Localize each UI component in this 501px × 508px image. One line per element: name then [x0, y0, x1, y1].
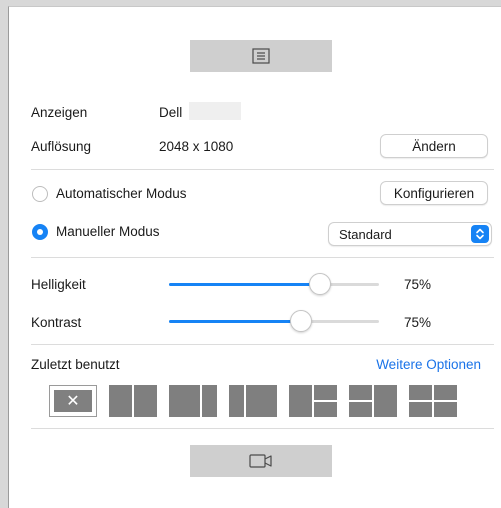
divider [31, 344, 494, 345]
resolution-label: Auflösung [31, 139, 92, 154]
recent-label: Zuletzt benutzt [31, 357, 120, 372]
brightness-value: 75% [404, 277, 432, 292]
configure-button[interactable]: Konfigurieren [380, 181, 488, 205]
auto-mode-label: Automatischer Modus [56, 186, 187, 201]
brightness-label: Helligkeit [31, 277, 86, 292]
contrast-value: 75% [404, 315, 432, 330]
brightness-fill [169, 283, 321, 286]
layout-left-split-right-full[interactable] [349, 385, 397, 417]
more-options-link[interactable]: Weitere Optionen [376, 357, 481, 372]
manual-mode-radio[interactable] [32, 224, 48, 240]
layout-quad-grid[interactable] [409, 385, 457, 417]
divider [31, 428, 494, 429]
close-icon: ✕ [54, 390, 92, 412]
display-name-redacted [189, 102, 241, 120]
video-camera-icon [249, 454, 272, 468]
display-name: Dell [159, 105, 183, 120]
preset-select[interactable]: Standard [328, 222, 492, 246]
contrast-label: Kontrast [31, 315, 82, 330]
contrast-thumb[interactable] [290, 310, 313, 332]
list-icon [252, 48, 270, 64]
contrast-fill [169, 320, 302, 323]
display-label: Anzeigen [31, 105, 88, 120]
display-settings-panel: Anzeigen Dell Auflösung 2048 x 1080 Ände… [8, 6, 501, 508]
manual-mode-label: Manueller Modus [56, 224, 160, 239]
layout-wide-right[interactable] [229, 385, 277, 417]
change-resolution-button[interactable]: Ändern [380, 134, 488, 158]
divider [31, 257, 494, 258]
auto-mode-radio[interactable] [32, 186, 48, 202]
layout-wide-left[interactable] [169, 385, 217, 417]
divider [31, 169, 494, 170]
list-view-button[interactable] [190, 40, 332, 72]
preset-value: Standard [339, 227, 392, 242]
resolution-value: 2048 x 1080 [159, 139, 234, 154]
layout-two-columns[interactable] [109, 385, 157, 417]
contrast-slider[interactable] [169, 310, 379, 332]
video-button[interactable] [190, 445, 332, 477]
layout-left-full-right-split[interactable] [289, 385, 337, 417]
brightness-slider[interactable] [169, 273, 379, 295]
brightness-thumb[interactable] [309, 273, 332, 295]
chevron-updown-icon [471, 225, 489, 243]
clear-layout-button[interactable]: ✕ [49, 385, 97, 417]
